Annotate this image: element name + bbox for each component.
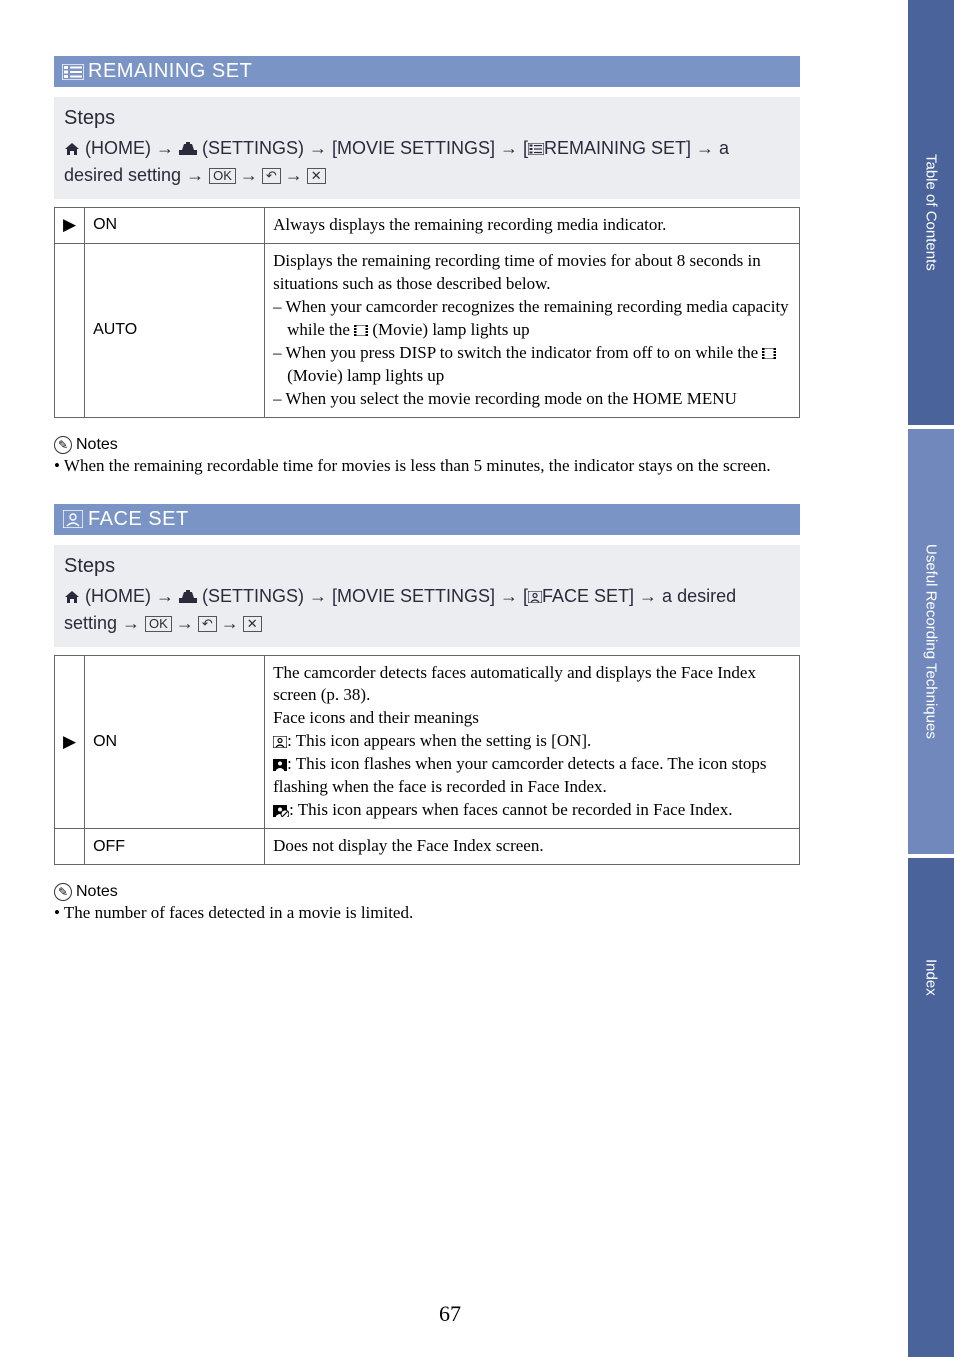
home-icon (64, 142, 80, 156)
setting-label: OFF (85, 829, 265, 865)
page-number: 67 (0, 1301, 900, 1327)
movie-icon (354, 325, 368, 336)
section-heading-text: FACE SET (88, 508, 189, 531)
setting-label: ON (85, 655, 265, 829)
notes-block-face: ✎ Notes The number of faces detected in … (54, 883, 800, 923)
default-marker (55, 243, 85, 417)
face-icon (62, 510, 84, 528)
note-icon: ✎ (54, 883, 72, 901)
face-blocked-icon (273, 805, 289, 817)
steps-title: Steps (64, 551, 790, 581)
section-heading-text: REMAINING SET (88, 60, 252, 83)
close-button-icon: ✕ (307, 168, 326, 184)
settings-icon (179, 590, 197, 604)
notes-heading: ✎ Notes (54, 436, 800, 454)
setting-desc: The camcorder detects faces automaticall… (265, 655, 800, 829)
tab-table-of-contents[interactable]: Table of Contents (908, 0, 954, 429)
setting-desc: Displays the remaining recording time of… (265, 243, 800, 417)
default-marker (55, 829, 85, 865)
steps-path: (HOME) → (SETTINGS) → [MOVIE SETTINGS] →… (64, 135, 790, 189)
sidebar-tabs: Table of Contents Useful Recording Techn… (908, 0, 954, 1357)
notes-heading: ✎ Notes (54, 883, 800, 901)
movie-icon (762, 348, 776, 359)
table-row: ▶ ON Always displays the remaining recor… (55, 208, 800, 244)
default-marker: ▶ (55, 655, 85, 829)
steps-box-face: Steps (HOME) → (SETTINGS) → [MOVIE SETTI… (54, 545, 800, 647)
ok-button-icon: OK (209, 168, 236, 184)
movie-list-icon (62, 63, 84, 81)
steps-path: (HOME) → (SETTINGS) → [MOVIE SETTINGS] →… (64, 583, 790, 637)
default-marker: ▶ (55, 208, 85, 244)
remaining-set-table: ▶ ON Always displays the remaining recor… (54, 207, 800, 418)
setting-desc: Does not display the Face Index screen. (265, 829, 800, 865)
table-row: ▶ ON The camcorder detects faces automat… (55, 655, 800, 829)
face-outline-icon (273, 736, 287, 748)
table-row: AUTO Displays the remaining recording ti… (55, 243, 800, 417)
setting-label: AUTO (85, 243, 265, 417)
ok-button-icon: OK (145, 616, 172, 632)
steps-title: Steps (64, 103, 790, 133)
note-item: When the remaining recordable time for m… (54, 456, 800, 476)
tab-index[interactable]: Index (908, 858, 954, 1357)
back-button-icon: ↶ (198, 616, 217, 632)
close-button-icon: ✕ (243, 616, 262, 632)
tab-useful-recording-techniques[interactable]: Useful Recording Techniques (908, 429, 954, 858)
face-solid-icon (273, 759, 287, 771)
steps-box-remaining: Steps (HOME) → (SETTINGS) → [MOVIE SETTI… (54, 97, 800, 199)
note-icon: ✎ (54, 436, 72, 454)
movie-list-small-icon (528, 143, 544, 155)
note-item: The number of faces detected in a movie … (54, 903, 800, 923)
back-button-icon: ↶ (262, 168, 281, 184)
section-heading-remaining-set: REMAINING SET (54, 56, 800, 87)
settings-icon (179, 142, 197, 156)
section-heading-face-set: FACE SET (54, 504, 800, 535)
setting-desc: Always displays the remaining recording … (265, 208, 800, 244)
home-icon (64, 590, 80, 604)
face-set-table: ▶ ON The camcorder detects faces automat… (54, 655, 800, 866)
notes-block-remaining: ✎ Notes When the remaining recordable ti… (54, 436, 800, 476)
face-small-icon (528, 591, 542, 603)
setting-label: ON (85, 208, 265, 244)
table-row: OFF Does not display the Face Index scre… (55, 829, 800, 865)
